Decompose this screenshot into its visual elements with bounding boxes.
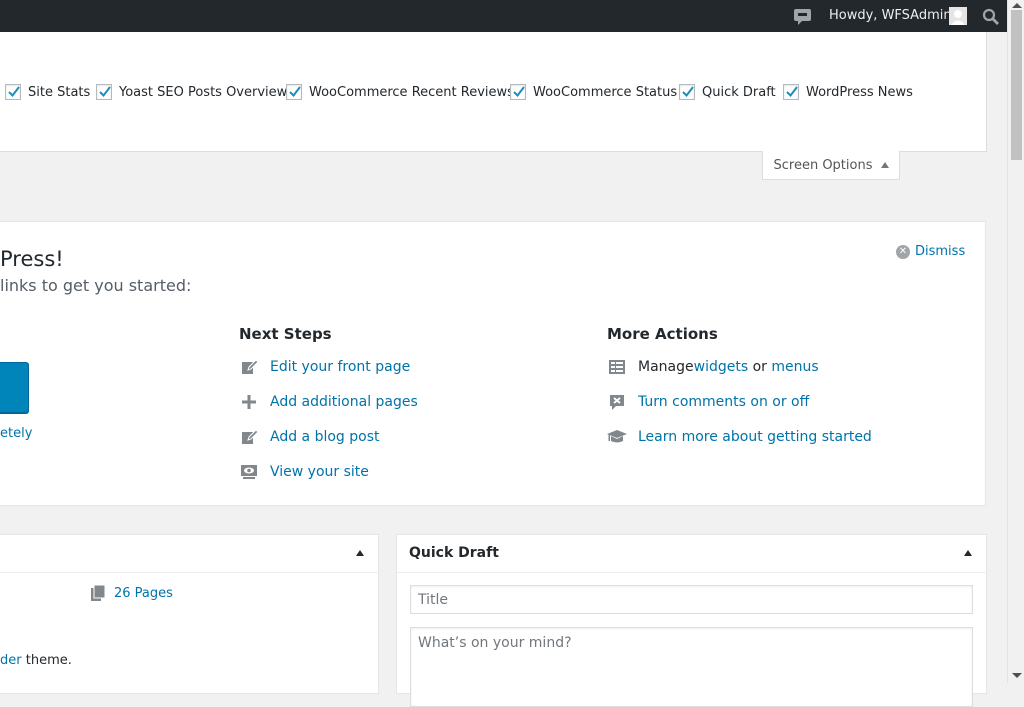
manage-widgets-menus: Manage widgets or menus: [607, 357, 819, 377]
toggle-panel-icon[interactable]: [964, 550, 972, 556]
add-pages-link[interactable]: Add additional pages: [239, 392, 418, 412]
plus-icon: [239, 392, 259, 412]
graduation-cap-icon: [607, 427, 627, 447]
welcome-title: Press!: [0, 247, 64, 271]
checkbox-label: Yoast SEO Posts Overview: [119, 84, 288, 100]
checkbox-site-stats[interactable]: Site Stats: [5, 83, 90, 101]
checkbox-yoast-seo[interactable]: Yoast SEO Posts Overview: [96, 83, 287, 101]
checkbox-label: WooCommerce Status: [533, 84, 678, 100]
checkbox[interactable]: [783, 84, 799, 100]
checkbox-label: Site Stats: [28, 84, 91, 100]
scroll-up-arrow[interactable]: [1012, 3, 1022, 8]
link-text: Turn comments on or off: [638, 394, 810, 410]
search-icon[interactable]: [982, 8, 999, 25]
theme-link[interactable]: der: [0, 653, 22, 668]
page-scrollbar[interactable]: [1007, 0, 1024, 683]
edit-front-page-link[interactable]: Edit your front page: [239, 357, 410, 377]
welcome-about: links to get you started:: [0, 276, 192, 295]
add-blog-post-link[interactable]: Add a blog post: [239, 427, 380, 447]
screen-options-button[interactable]: Screen Options: [762, 151, 900, 180]
checkbox[interactable]: [510, 84, 526, 100]
edit-icon: [239, 427, 259, 447]
checkbox[interactable]: [679, 84, 695, 100]
postbox-header: Quick Draft: [397, 535, 986, 573]
learn-more-link[interactable]: Learn more about getting started: [607, 427, 872, 447]
scroll-thumb[interactable]: [1011, 10, 1022, 160]
draft-content-textarea[interactable]: [410, 627, 973, 707]
change-theme-link[interactable]: etely: [0, 426, 32, 441]
manage-prefix: Manage: [638, 359, 694, 375]
admin-bar: Howdy, WFSAdmin: [0, 0, 1007, 32]
link-text: Add additional pages: [270, 394, 418, 410]
or-text: or: [748, 359, 772, 375]
link-text: Add a blog post: [270, 429, 380, 445]
theme-info: der theme.: [0, 653, 72, 668]
checkbox-quick-draft[interactable]: Quick Draft: [679, 83, 776, 101]
screen-options-label: Screen Options: [773, 157, 873, 173]
avatar[interactable]: [949, 7, 967, 25]
pages-count-link[interactable]: 26 Pages: [91, 585, 173, 601]
link-text: Learn more about getting started: [638, 429, 872, 445]
next-steps-heading: Next Steps: [239, 325, 332, 343]
widgets-link[interactable]: widgets: [694, 359, 749, 375]
checkbox[interactable]: [5, 84, 21, 100]
link-text: View your site: [270, 464, 369, 480]
scroll-down-arrow[interactable]: [1012, 673, 1022, 678]
widgets-icon: [607, 357, 627, 377]
checkbox-woocommerce-reviews[interactable]: WooCommerce Recent Reviews: [286, 83, 514, 101]
customize-site-button[interactable]: [0, 362, 29, 413]
pages-count: 26 Pages: [114, 585, 173, 601]
comment-icon[interactable]: [793, 8, 812, 25]
checkbox-label: WordPress News: [806, 84, 913, 100]
dismiss-label: Dismiss: [915, 244, 966, 259]
checkbox[interactable]: [286, 84, 302, 100]
checkbox-label: Quick Draft: [702, 84, 776, 100]
more-actions-heading: More Actions: [607, 325, 718, 343]
link-text: Edit your front page: [270, 359, 411, 375]
draft-title-input[interactable]: [410, 585, 973, 614]
theme-suffix: theme.: [21, 653, 72, 668]
howdy-greeting[interactable]: Howdy, WFSAdmin: [829, 8, 952, 23]
quick-draft-title: Quick Draft: [409, 545, 499, 561]
turn-comments-link[interactable]: Turn comments on or off: [607, 392, 809, 412]
checkbox-woocommerce-status[interactable]: WooCommerce Status: [510, 83, 677, 101]
menus-link[interactable]: menus: [771, 359, 818, 375]
view-icon: [239, 462, 259, 482]
dismiss-link[interactable]: ✕ Dismiss: [896, 244, 965, 259]
comments-off-icon: [607, 392, 627, 412]
welcome-panel: Press! links to get you started: ✕ Dismi…: [0, 221, 986, 506]
edit-icon: [239, 357, 259, 377]
screen-options-panel: Site Stats Yoast SEO Posts Overview WooC…: [0, 32, 987, 152]
postbox-header: [0, 535, 378, 573]
checkbox-wordpress-news[interactable]: WordPress News: [783, 83, 913, 101]
view-site-link[interactable]: View your site: [239, 462, 369, 482]
caret-up-icon: [880, 162, 889, 168]
pages-icon: [91, 585, 105, 601]
checkbox[interactable]: [96, 84, 112, 100]
checkbox-label: WooCommerce Recent Reviews: [309, 84, 514, 100]
close-icon: ✕: [896, 244, 910, 259]
toggle-panel-icon[interactable]: [356, 550, 364, 556]
at-a-glance-widget: 26 Pages der theme.: [0, 534, 379, 694]
quick-draft-widget: Quick Draft: [396, 534, 987, 707]
